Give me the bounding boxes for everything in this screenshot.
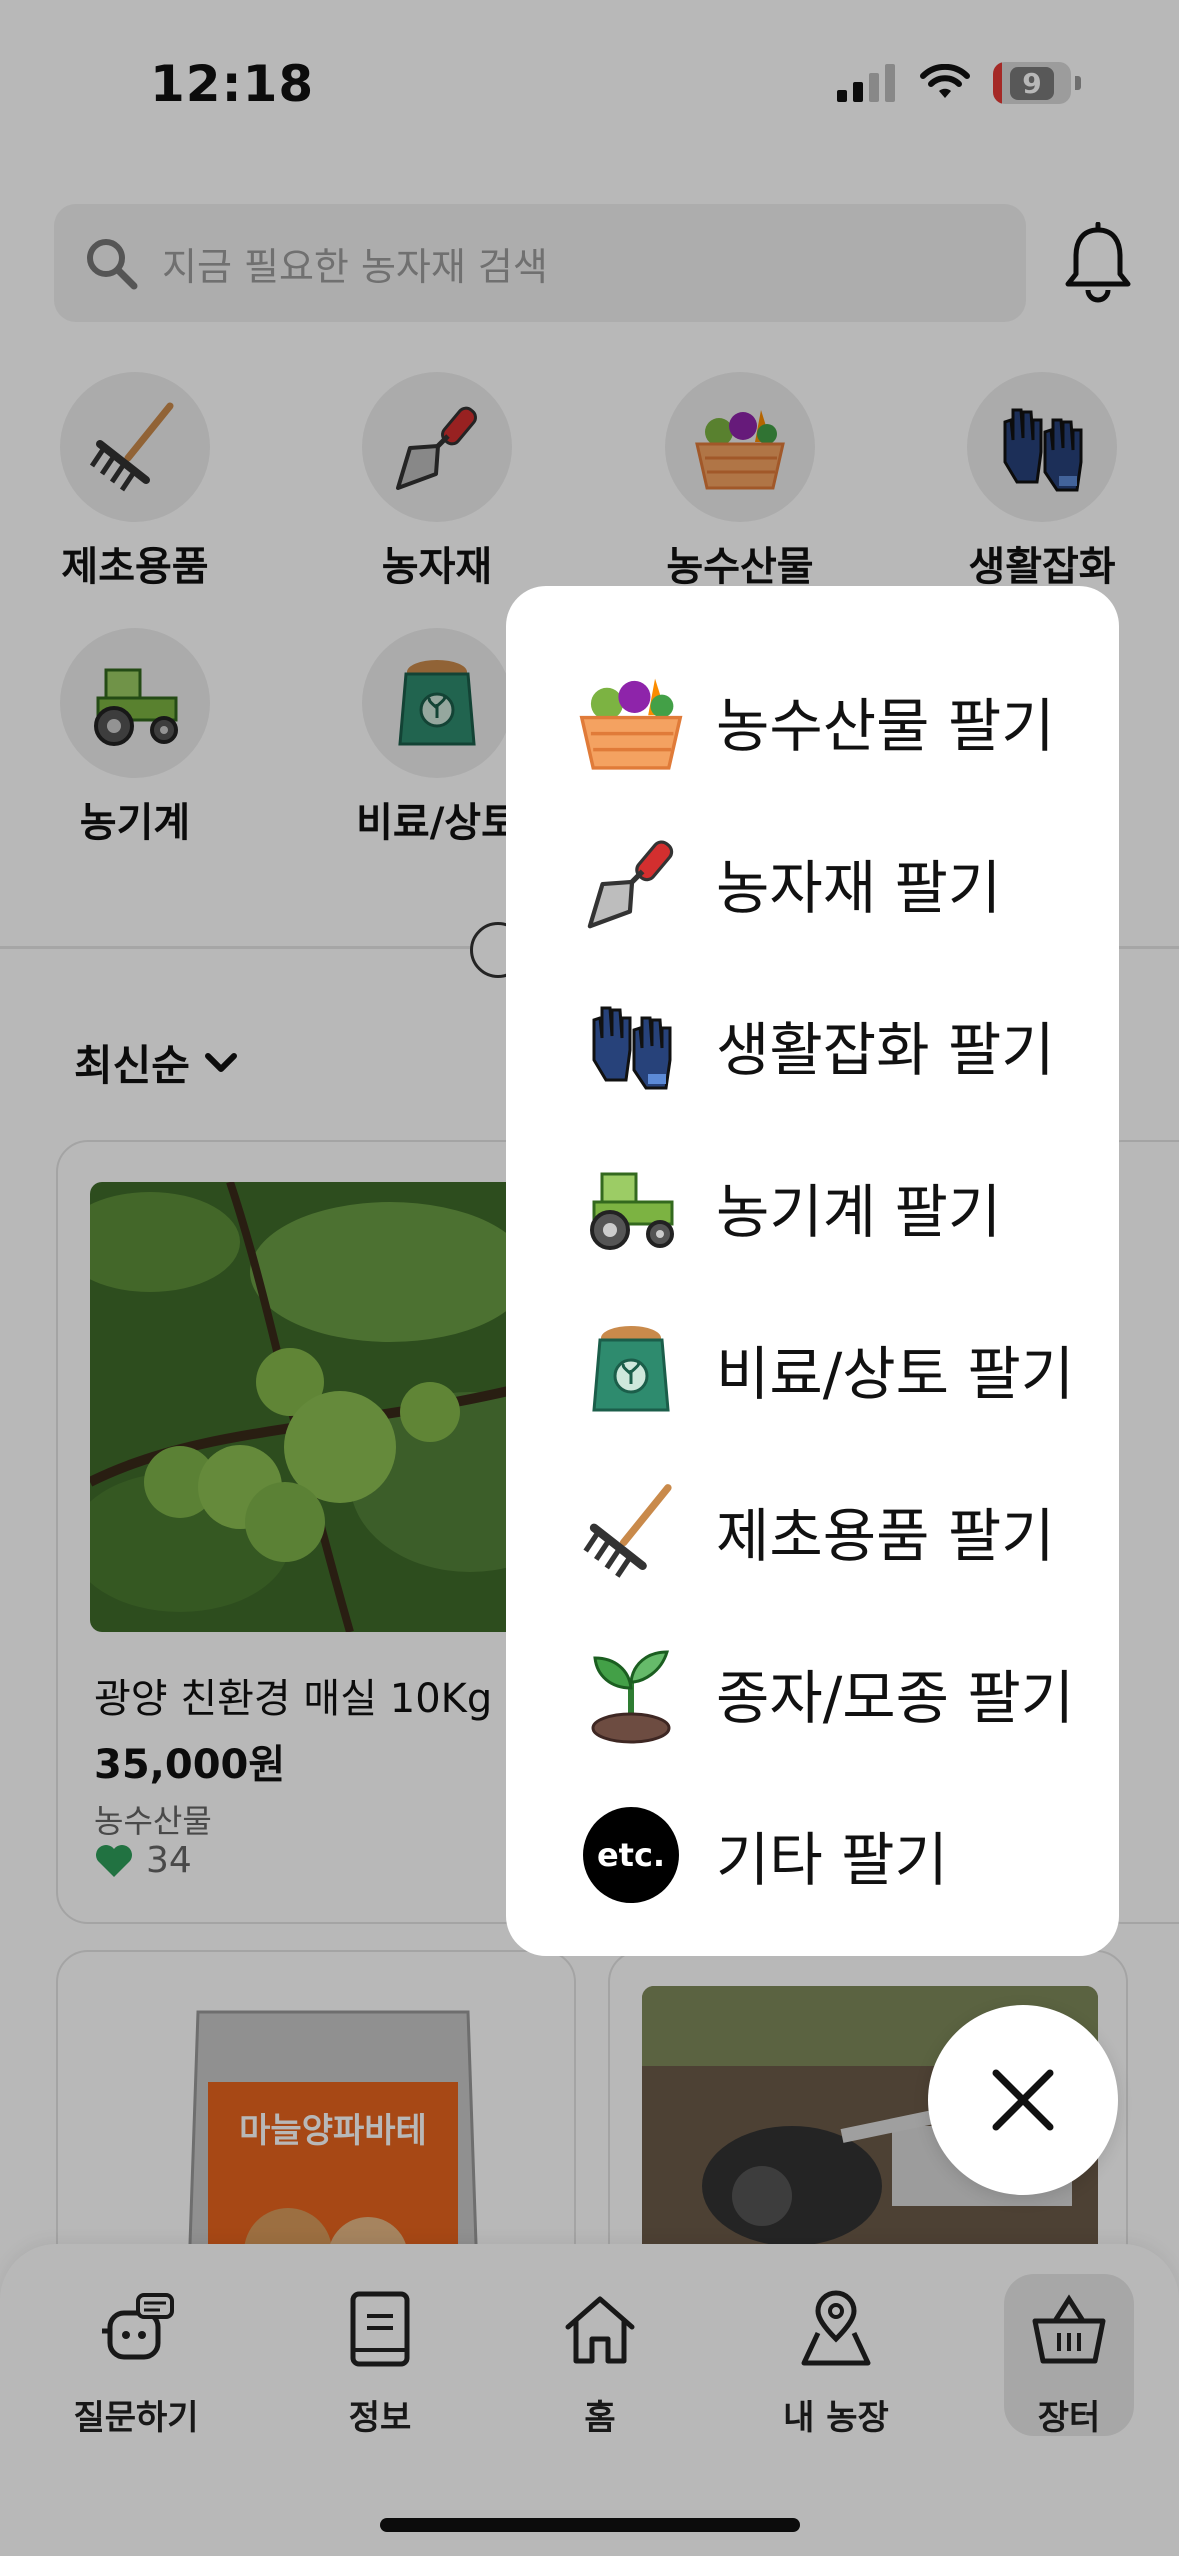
vegetable-basket-icon <box>579 678 683 770</box>
menu-item-label: 비료/상토 팔기 <box>716 1340 1075 1408</box>
menu-item-sell-seeds[interactable]: 종자/모종 팔기 <box>506 1612 1119 1774</box>
menu-item-label: 농자재 팔기 <box>716 854 1002 922</box>
menu-item-sell-machinery[interactable]: 농기계 팔기 <box>506 1126 1119 1288</box>
menu-item-label: 농수산물 팔기 <box>716 692 1055 760</box>
close-button[interactable] <box>928 2005 1118 2195</box>
menu-item-sell-farm-supplies[interactable]: 농자재 팔기 <box>506 802 1119 964</box>
fertilizer-bag-icon <box>592 1326 670 1412</box>
menu-item-sell-fertilizer[interactable]: 비료/상토 팔기 <box>506 1288 1119 1450</box>
sell-menu: 농수산물 팔기 농자재 팔기 생활잡화 팔기 농기계 팔기 비료/상토 팔기 제… <box>506 586 1119 1956</box>
rake-icon <box>583 1484 672 1578</box>
etc-icon: etc. <box>583 1807 679 1903</box>
sprout-icon <box>591 1650 671 1744</box>
close-icon <box>992 2069 1054 2131</box>
menu-item-label: 기타 팔기 <box>716 1826 948 1894</box>
menu-item-sell-weeding[interactable]: 제초용품 팔기 <box>506 1450 1119 1612</box>
trowel-icon <box>587 840 674 929</box>
menu-item-sell-produce[interactable]: 농수산물 팔기 <box>506 640 1119 802</box>
menu-item-sell-etc[interactable]: etc. 기타 팔기 <box>506 1774 1119 1936</box>
menu-item-label: 농기계 팔기 <box>716 1178 1002 1246</box>
tractor-icon <box>590 1172 674 1250</box>
menu-item-label: 생활잡화 팔기 <box>716 1016 1055 1084</box>
menu-item-sell-household[interactable]: 생활잡화 팔기 <box>506 964 1119 1126</box>
menu-item-label: 제초용품 팔기 <box>716 1502 1055 1570</box>
menu-item-label: 종자/모종 팔기 <box>716 1664 1075 1732</box>
gloves-icon <box>592 1006 672 1090</box>
